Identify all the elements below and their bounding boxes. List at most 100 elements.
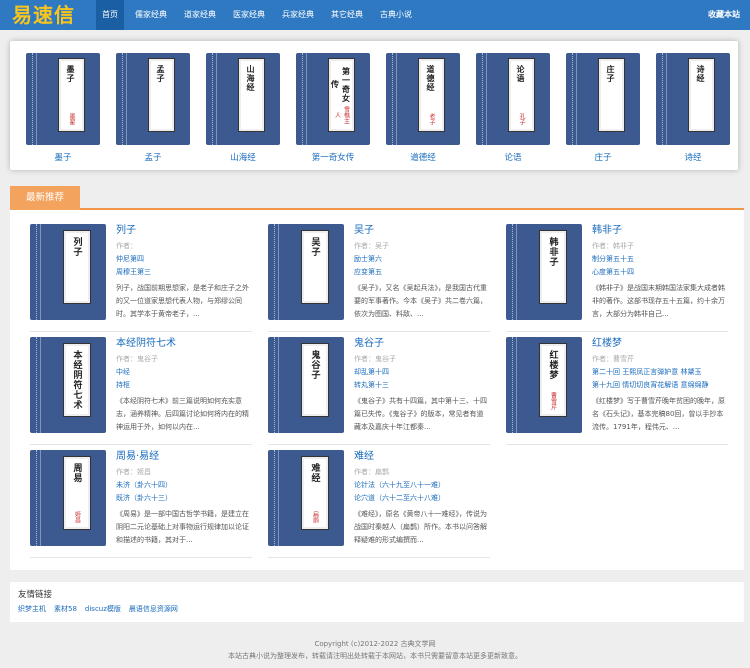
nav-item-medical[interactable]: 医家经典: [227, 0, 271, 30]
book-info: 周易·易经 作者：姬昌 未济（卦六十四） 既济（卦六十三） 《周易》是一部中国古哲学书籍…: [116, 450, 252, 547]
cover-title-slip: 墨子 墨翟: [58, 58, 85, 132]
featured-book[interactable]: 论语 孔子论语: [476, 53, 550, 163]
latest-chapter-link[interactable]: 中经: [116, 366, 252, 379]
book-card: 红楼梦 曹雪芹 红楼梦 作者：曹雪芹 第二十回 王熙凤正言弹妒意 林黛玉 第十九回 情切切…: [506, 337, 728, 445]
nav-item-taoist[interactable]: 道家经典: [178, 0, 222, 30]
previous-chapter-link[interactable]: 持枢: [116, 379, 252, 392]
book-cover-image[interactable]: 周易 姬昌: [30, 450, 106, 546]
previous-chapter-link[interactable]: 论穴道（六十二至六十八难）: [354, 492, 490, 505]
book-cover-image[interactable]: 论语 孔子: [476, 53, 550, 145]
featured-book-title[interactable]: 第一奇女传: [296, 151, 370, 163]
cover-binding: [271, 337, 279, 433]
featured-book-title[interactable]: 诗经: [656, 151, 730, 163]
nav-item-novels[interactable]: 古典小说: [374, 0, 418, 30]
featured-book-title[interactable]: 道德经: [386, 151, 460, 163]
featured-book-title[interactable]: 孟子: [116, 151, 190, 163]
cover-title: 韩非子: [547, 237, 558, 267]
book-title[interactable]: 本经阴符七术: [116, 337, 252, 351]
cover-binding: [209, 53, 217, 145]
latest-chapter-link[interactable]: 却乱第十四: [354, 366, 490, 379]
book-cover-image[interactable]: 列子: [30, 224, 106, 320]
featured-book[interactable]: 庄子 庄子: [566, 53, 640, 163]
book-description: 列子，战国前期思想家，是老子和庄子之外的又一位道家思想代表人物，与郑缪公同时。其…: [116, 284, 249, 318]
book-title[interactable]: 韩非子: [592, 224, 728, 238]
featured-book-title[interactable]: 墨子: [26, 151, 100, 163]
book-title[interactable]: 难经: [354, 450, 490, 464]
featured-book-title[interactable]: 庄子: [566, 151, 640, 163]
book-cover-image[interactable]: 诗经: [656, 53, 730, 145]
book-cover-image[interactable]: 韩非子: [506, 224, 582, 320]
previous-chapter-link[interactable]: 周穆王第三: [116, 266, 252, 279]
friend-link[interactable]: discuz模版: [85, 604, 121, 614]
book-cover-image[interactable]: 第一奇女传 雪樵主人: [296, 53, 370, 145]
latest-chapter-link[interactable]: 制分第五十五: [592, 253, 728, 266]
book-author: 作者：吴子: [354, 242, 389, 250]
nav-item-confucian[interactable]: 儒家经典: [129, 0, 173, 30]
book-cover-image[interactable]: 红楼梦 曹雪芹: [506, 337, 582, 433]
book-cover-image[interactable]: 吴子: [268, 224, 344, 320]
previous-chapter-link[interactable]: 应变第五: [354, 266, 490, 279]
featured-book[interactable]: 诗经 诗经: [656, 53, 730, 163]
book-title[interactable]: 鬼谷子: [354, 337, 490, 351]
book-description: 《鬼谷子》共有十四篇，其中第十三、十四篇已失传。《鬼谷子》的版本，常见者有道藏本…: [354, 397, 487, 431]
featured-book[interactable]: 第一奇女传 雪樵主人 第一奇女传: [296, 53, 370, 163]
book-card: 列子 列子 作者： 仲尼第四 周穆王第三 列子，战国前期思想家，是老子和庄子之外的又一位道…: [30, 224, 252, 332]
cover-author: 老子: [428, 113, 435, 125]
nav-item-military[interactable]: 兵家经典: [276, 0, 320, 30]
nav-item-other[interactable]: 其它经典: [325, 0, 369, 30]
latest-chapter-link[interactable]: 未济（卦六十四）: [116, 479, 252, 492]
previous-chapter-link[interactable]: 第十九回 情切切良宵花解语 意绵绵静: [592, 379, 728, 392]
featured-book[interactable]: 墨子 墨翟墨子: [26, 53, 100, 163]
cover-title: 诗经: [696, 65, 706, 83]
cover-binding: [389, 53, 397, 145]
book-cover-image[interactable]: 本经阴符七术: [30, 337, 106, 433]
featured-book-title[interactable]: 山海经: [206, 151, 280, 163]
cover-title: 本经阴符七术: [71, 350, 82, 410]
book-title[interactable]: 吴子: [354, 224, 490, 238]
cover-binding: [33, 224, 41, 320]
book-title[interactable]: 红楼梦: [592, 337, 728, 351]
featured-book[interactable]: 道德经 老子道德经: [386, 53, 460, 163]
book-cover-image[interactable]: 庄子: [566, 53, 640, 145]
book-card: 周易 姬昌 周易·易经 作者：姬昌 未济（卦六十四） 既济（卦六十三） 《周易》是一部中国古…: [30, 450, 252, 558]
cover-title: 第一奇女传: [330, 66, 352, 103]
previous-chapter-link[interactable]: 心度第五十四: [592, 266, 728, 279]
book-title[interactable]: 周易·易经: [116, 450, 252, 464]
book-card: 吴子 吴子 作者：吴子 励士第六 应变第五 《吴子》，又名《吴起兵法》，是我国古代重要的军…: [268, 224, 490, 332]
book-card: 鬼谷子 鬼谷子 作者：鬼谷子 却乱第十四 转丸第十三 《鬼谷子》共有十四篇，其中第十三、十…: [268, 337, 490, 445]
featured-book-title[interactable]: 论语: [476, 151, 550, 163]
friend-link[interactable]: 晨语信息资源网: [129, 604, 178, 614]
book-card: 难经 扁鹊 难经 作者：扁鹊 论针法（六十九至八十一难） 论穴道（六十二至六十八难） 《难经…: [268, 450, 490, 558]
featured-book[interactable]: 山海经 山海经: [206, 53, 280, 163]
favorite-site-link[interactable]: 收藏本站: [708, 0, 740, 30]
cover-title-slip: 孟子: [148, 58, 175, 132]
section-tab-latest: 最新推荐: [10, 186, 80, 210]
book-cover-image[interactable]: 鬼谷子: [268, 337, 344, 433]
book-cover-image[interactable]: 道德经 老子: [386, 53, 460, 145]
top-navigation-bar: 易速信 首页 儒家经典 道家经典 医家经典 兵家经典 其它经典 古典小说 收藏本…: [0, 0, 750, 30]
latest-chapter-link[interactable]: 励士第六: [354, 253, 490, 266]
book-card: 本经阴符七术 本经阴符七术 作者：鬼谷子 中经 持枢 《本经阴符七术》前三篇说明如何充实意…: [30, 337, 252, 445]
section-header: 最新推荐: [10, 186, 744, 210]
book-cover-image[interactable]: 墨子 墨翟: [26, 53, 100, 145]
book-title[interactable]: 列子: [116, 224, 252, 238]
site-logo[interactable]: 易速信: [12, 2, 75, 28]
book-cover-image[interactable]: 山海经: [206, 53, 280, 145]
book-info: 鬼谷子 作者：鬼谷子 却乱第十四 转丸第十三 《鬼谷子》共有十四篇，其中第十三、十四篇已…: [354, 337, 490, 434]
cover-title-slip: 红楼梦 曹雪芹: [539, 343, 567, 417]
cover-title: 周易: [71, 463, 82, 483]
nav-item-home[interactable]: 首页: [96, 0, 124, 30]
previous-chapter-link[interactable]: 转丸第十三: [354, 379, 490, 392]
cover-binding: [33, 450, 41, 546]
featured-book[interactable]: 孟子 孟子: [116, 53, 190, 163]
latest-chapter-link[interactable]: 论针法（六十九至八十一难）: [354, 479, 490, 492]
friend-link[interactable]: 素材58: [54, 604, 77, 614]
book-cover-image[interactable]: 孟子: [116, 53, 190, 145]
latest-chapter-link[interactable]: 第二十回 王熙凤正言弹妒意 林黛玉: [592, 366, 728, 379]
cover-title-slip: 论语 孔子: [508, 58, 535, 132]
previous-chapter-link[interactable]: 既济（卦六十三）: [116, 492, 252, 505]
book-cover-image[interactable]: 难经 扁鹊: [268, 450, 344, 546]
book-info: 难经 作者：扁鹊 论针法（六十九至八十一难） 论穴道（六十二至六十八难） 《难经》，原名…: [354, 450, 490, 547]
latest-chapter-link[interactable]: 仲尼第四: [116, 253, 252, 266]
friend-link[interactable]: 织梦主机: [18, 604, 46, 614]
